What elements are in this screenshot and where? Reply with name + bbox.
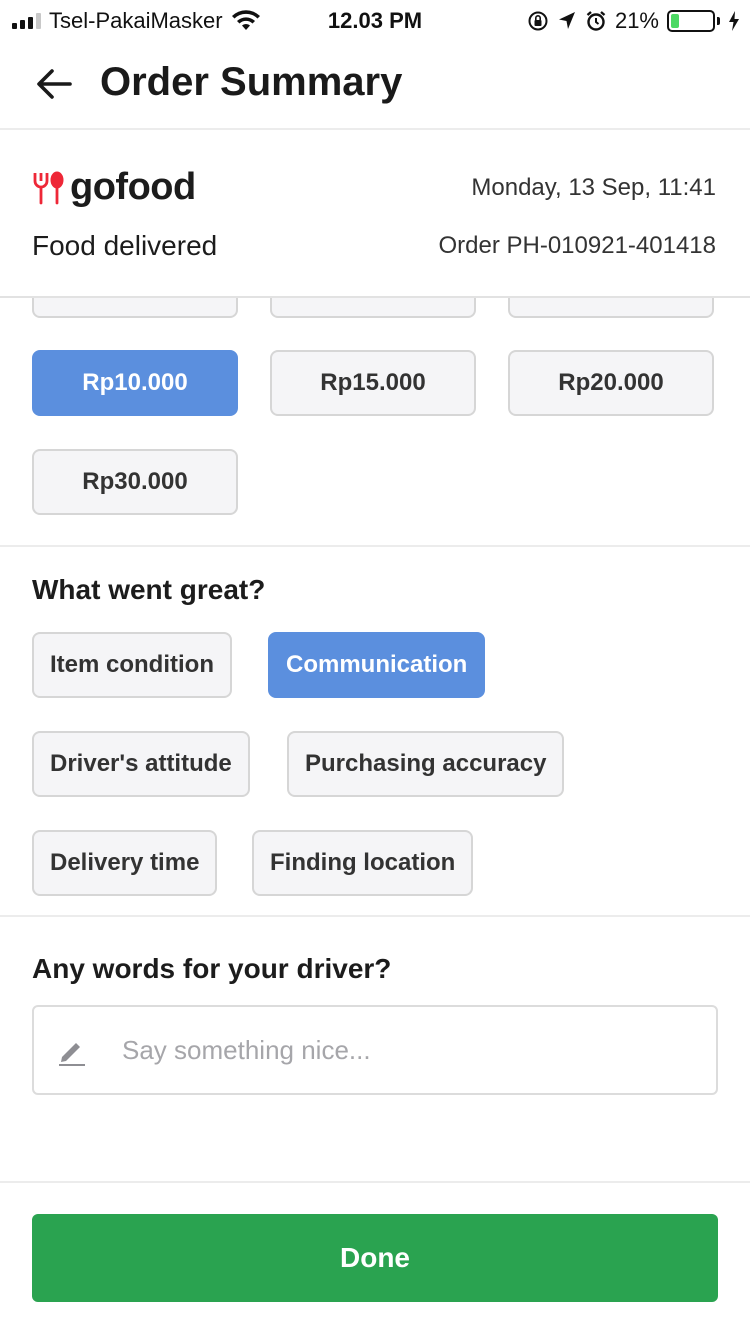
order-status: Food delivered <box>32 230 218 261</box>
gofood-spoon-fork-icon <box>33 171 64 204</box>
app-header: Order Summary <box>0 40 750 130</box>
order-date: Monday, 13 Sep, 11:41 <box>471 174 716 201</box>
tag-drivers-attitude[interactable]: Driver's attitude <box>32 731 250 797</box>
alarm-icon <box>586 11 606 31</box>
rotation-lock-icon <box>528 11 548 31</box>
done-button[interactable]: Done <box>32 1214 718 1302</box>
page-title: Order Summary <box>100 60 403 104</box>
battery-icon <box>667 10 715 32</box>
driver-message-field[interactable] <box>32 1005 718 1095</box>
order-id: Order PH-010921-401418 <box>438 232 716 259</box>
tip-option-rp15000[interactable]: Rp15.000 <box>270 350 476 416</box>
order-info: gofood Monday, 13 Sep, 11:41 Food delive… <box>0 130 750 298</box>
driver-message-section: Any words for your driver? <box>0 917 750 1183</box>
tip-option-rp10000[interactable]: Rp10.000 <box>32 350 238 416</box>
what-went-great-section: What went great? Item condition Communic… <box>0 547 750 917</box>
tip-option-rp30000[interactable]: Rp30.000 <box>32 449 238 515</box>
tag-purchasing-accuracy[interactable]: Purchasing accuracy <box>287 731 565 797</box>
driver-message-input[interactable] <box>122 1025 702 1075</box>
tag-delivery-time[interactable]: Delivery time <box>32 830 218 896</box>
tip-option-hidden[interactable] <box>32 298 238 318</box>
section-title-great: What went great? <box>32 574 266 605</box>
tip-option-hidden[interactable] <box>508 298 714 318</box>
tag-communication[interactable]: Communication <box>268 632 486 698</box>
battery-tip <box>717 17 720 25</box>
tag-finding-location[interactable]: Finding location <box>252 830 474 896</box>
location-arrow-icon <box>558 12 575 29</box>
charging-icon <box>729 11 739 31</box>
tag-item-condition[interactable]: Item condition <box>32 632 232 698</box>
back-arrow-icon[interactable] <box>32 62 76 106</box>
tip-option-hidden[interactable] <box>270 298 476 318</box>
brand-name: gofood <box>70 166 196 208</box>
tip-options: Rp10.000 Rp15.000 Rp20.000 Rp30.000 <box>0 298 750 547</box>
battery-percent: 21% <box>614 8 659 33</box>
section-title-driver-words: Any words for your driver? <box>32 953 392 984</box>
tip-option-rp20000[interactable]: Rp20.000 <box>508 350 714 416</box>
gofood-logo: gofood <box>32 166 196 209</box>
pencil-icon <box>59 1043 85 1066</box>
status-bar: Tsel-PakaiMasker 12.03 PM 21% <box>0 0 750 40</box>
